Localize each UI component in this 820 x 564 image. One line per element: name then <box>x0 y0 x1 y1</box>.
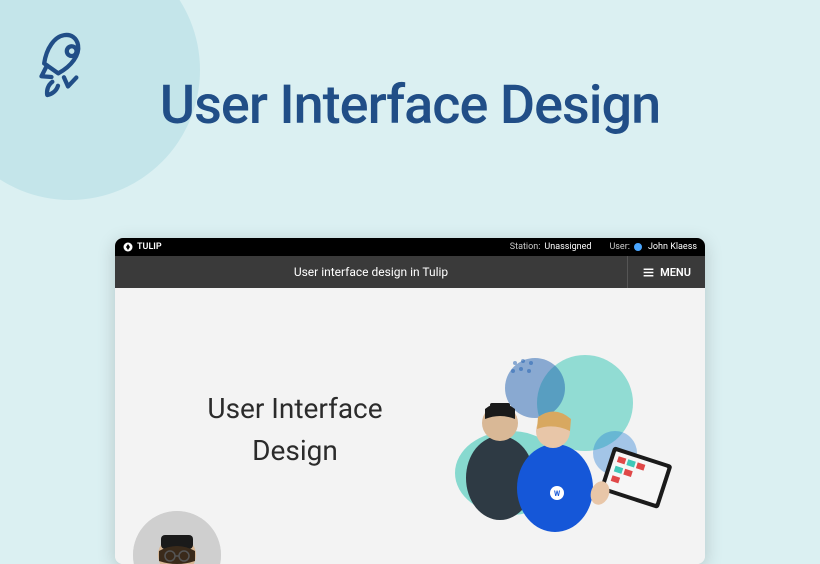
tulip-logo-icon <box>123 242 133 252</box>
app-status-bar: TULIP Station: Unassigned User: John Kla… <box>115 238 705 256</box>
hamburger-icon <box>642 266 655 279</box>
station-value: Unassigned <box>544 242 591 252</box>
app-title: User interface design in Tulip <box>115 265 627 279</box>
user-value: John Klaess <box>648 242 697 252</box>
video-heading: User Interface Design <box>170 388 420 472</box>
station-label: Station: <box>510 242 541 252</box>
app-title-bar: User interface design in Tulip MENU <box>115 256 705 288</box>
menu-label: MENU <box>660 266 691 279</box>
presenter-avatar <box>133 511 221 564</box>
svg-text:W: W <box>554 490 561 498</box>
brand-label: TULIP <box>137 242 162 252</box>
video-body: User Interface Design W <box>115 288 705 564</box>
workers-illustration: W <box>405 333 685 543</box>
menu-button[interactable]: MENU <box>627 256 705 288</box>
user-label: User: <box>609 242 629 252</box>
video-frame[interactable]: TULIP Station: Unassigned User: John Kla… <box>115 238 705 564</box>
user-indicator <box>634 242 644 252</box>
page-title: User Interface Design <box>0 75 820 137</box>
